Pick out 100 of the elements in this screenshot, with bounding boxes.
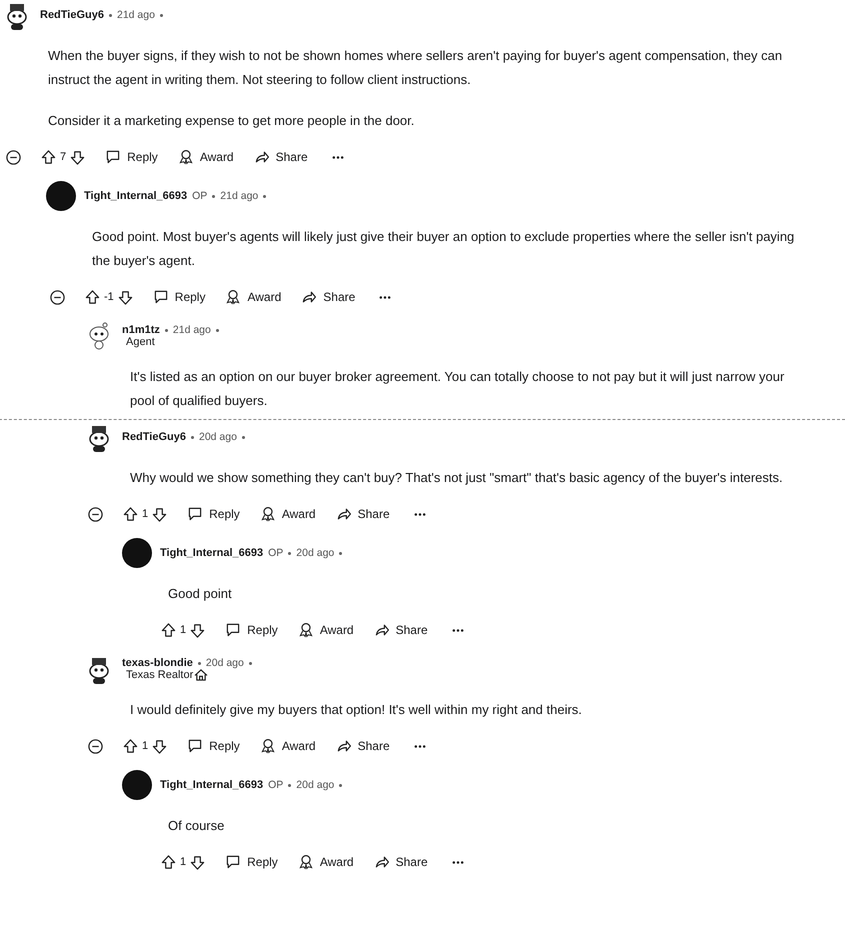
comment-text: I would definitely give my buyers that option! It's well within my right and theirs. xyxy=(130,701,583,719)
upvote-icon[interactable] xyxy=(41,150,56,164)
upvote-icon[interactable] xyxy=(161,622,176,638)
comment-icon xyxy=(187,506,204,522)
share-button[interactable]: Share xyxy=(254,149,308,165)
award-icon xyxy=(178,149,194,165)
timestamp: 20d ago xyxy=(296,547,334,559)
username[interactable]: n1m1tz xyxy=(122,324,160,336)
separator-dot xyxy=(109,14,112,16)
separator-dot xyxy=(248,662,252,664)
separator-dot xyxy=(160,14,163,16)
collapse-icon[interactable] xyxy=(50,290,65,304)
timestamp: 21d ago xyxy=(220,190,258,202)
separator-dot xyxy=(216,328,219,332)
comment-text: When the buyer signs, if they wish to not be shown homes where sellers aren't paying for buyer's agent compensation, they can instruct the agent in writing them. Not steering to follow client instructions. xyxy=(48,47,784,89)
award-icon xyxy=(298,854,314,870)
more-icon[interactable] xyxy=(332,154,344,160)
share-button[interactable]: Share xyxy=(301,289,356,305)
comment-text: Consider it a marketing expense to get more people in the door. xyxy=(48,112,416,130)
vote-count: 1 xyxy=(142,508,148,520)
op-label: OP xyxy=(192,190,208,202)
avatar-icon xyxy=(122,538,152,568)
award-icon xyxy=(298,622,314,638)
username[interactable]: Tight_Internal_6693 xyxy=(84,190,188,202)
upvote-icon[interactable] xyxy=(161,854,176,870)
username[interactable]: texas-blondie xyxy=(122,657,193,669)
share-icon xyxy=(336,506,352,522)
reply-button[interactable]: Reply xyxy=(225,854,278,870)
user-flair: Agent xyxy=(126,336,155,348)
separator-dot xyxy=(164,328,168,332)
timestamp: 20d ago xyxy=(206,657,244,669)
reply-button[interactable]: Reply xyxy=(152,289,206,305)
username[interactable]: Tight_Internal_6693 xyxy=(160,547,264,559)
award-icon xyxy=(225,289,242,305)
upvote-icon[interactable] xyxy=(85,290,100,304)
timestamp: 20d ago xyxy=(199,431,237,443)
comment-icon xyxy=(187,738,204,754)
share-icon xyxy=(374,854,390,870)
more-icon[interactable] xyxy=(452,628,464,632)
op-label: OP xyxy=(268,547,284,559)
comment-text: Of course xyxy=(168,817,226,835)
downvote-icon[interactable] xyxy=(70,150,86,164)
vote-count: 1 xyxy=(180,856,186,868)
username[interactable]: RedTieGuy6 xyxy=(40,9,104,21)
collapse-icon[interactable] xyxy=(88,506,103,522)
award-button[interactable]: Award xyxy=(260,738,316,754)
downvote-icon[interactable] xyxy=(152,738,168,754)
more-icon[interactable] xyxy=(414,744,426,748)
award-icon xyxy=(260,506,276,522)
separator-dot xyxy=(339,784,342,786)
comment-icon xyxy=(225,854,242,870)
downvote-icon[interactable] xyxy=(190,622,206,638)
share-button[interactable]: Share xyxy=(336,738,390,754)
username[interactable]: RedTieGuy6 xyxy=(122,431,186,443)
share-button[interactable]: Share xyxy=(374,854,428,870)
reply-button[interactable]: Reply xyxy=(187,506,240,522)
comment-text: It's listed as an option on our buyer broker agreement. You can totally choose to not pay but it will just narrow your pool of qualified buyers. xyxy=(130,368,786,410)
reply-button[interactable]: Reply xyxy=(225,622,278,638)
more-icon[interactable] xyxy=(379,294,392,300)
separator-dot xyxy=(288,784,292,786)
vote-count: 7 xyxy=(60,151,66,163)
share-icon xyxy=(336,738,352,754)
upvote-icon[interactable] xyxy=(123,738,138,754)
timestamp: 20d ago xyxy=(296,779,334,791)
award-button[interactable]: Award xyxy=(178,149,234,165)
separator-dot xyxy=(339,552,342,554)
share-icon xyxy=(254,149,270,165)
share-icon xyxy=(374,622,390,638)
timestamp: 21d ago xyxy=(117,9,155,21)
downvote-icon[interactable] xyxy=(152,506,168,522)
downvote-icon[interactable] xyxy=(190,854,206,870)
separator-dot xyxy=(288,552,292,554)
username[interactable]: Tight_Internal_6693 xyxy=(160,779,264,791)
award-button[interactable]: Award xyxy=(260,506,316,522)
comment-icon xyxy=(152,289,169,305)
more-icon[interactable] xyxy=(414,512,426,516)
downvote-icon[interactable] xyxy=(118,290,133,304)
comment-icon xyxy=(105,149,122,165)
vote-count: -1 xyxy=(104,291,114,303)
avatar-icon xyxy=(46,181,76,211)
share-button[interactable]: Share xyxy=(336,506,390,522)
vote-count: 1 xyxy=(142,740,148,752)
share-icon xyxy=(301,289,318,305)
comment-text: Why would we show something they can't buy? That's not just "smart" that's basic agency of the buyer's interests. xyxy=(130,469,784,487)
collapse-icon[interactable] xyxy=(6,150,21,164)
separator-dot xyxy=(198,662,201,664)
timestamp: 21d ago xyxy=(172,324,211,336)
more-icon[interactable] xyxy=(452,860,464,864)
user-flair: Texas Realtor xyxy=(126,669,194,681)
vote-count: 1 xyxy=(180,624,186,636)
reply-button[interactable]: Reply xyxy=(105,149,158,165)
upvote-icon[interactable] xyxy=(123,506,138,522)
award-button[interactable]: Award xyxy=(298,622,354,638)
separator-dot xyxy=(212,194,216,198)
avatar-icon xyxy=(122,770,152,800)
collapse-icon[interactable] xyxy=(88,738,103,754)
award-button[interactable]: Award xyxy=(298,854,354,870)
award-button[interactable]: Award xyxy=(225,289,282,305)
reply-button[interactable]: Reply xyxy=(187,738,240,754)
share-button[interactable]: Share xyxy=(374,622,428,638)
